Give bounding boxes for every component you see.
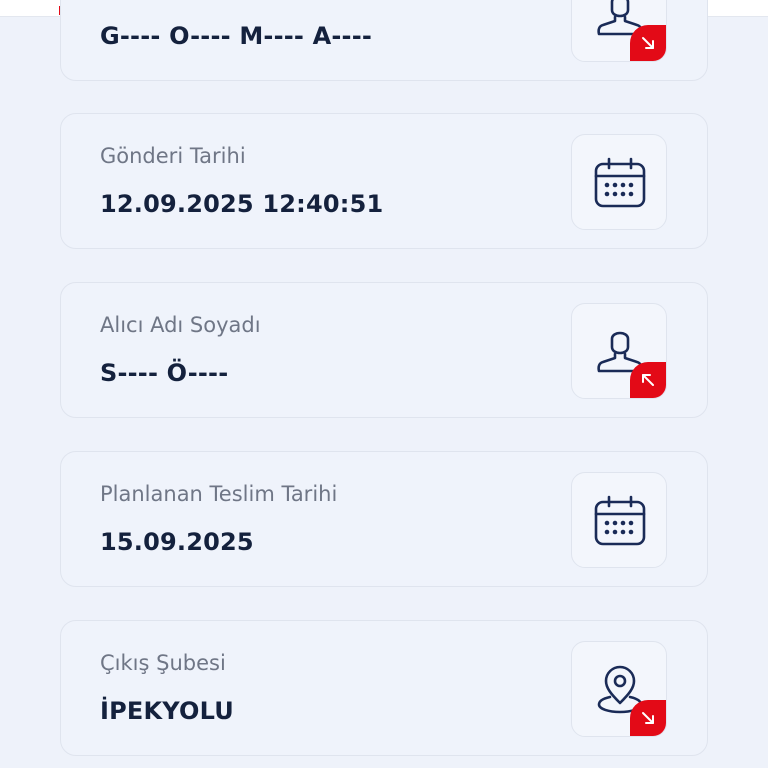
sender-name-card: G---- O---- M---- A---- (60, 0, 708, 81)
planned-delivery-icon-box (571, 472, 667, 568)
shipment-date-value: 12.09.2025 12:40:51 (100, 190, 384, 218)
departure-branch-label: Çıkış Şubesi (100, 651, 226, 675)
badge (630, 362, 666, 398)
departure-branch-value: İPEKYOLU (100, 697, 234, 725)
badge (630, 25, 666, 61)
sender-icon-box (571, 0, 667, 62)
recipient-name-card: Alıcı Adı Soyadı S---- Ö---- (60, 282, 708, 418)
arrow-up-left-icon (642, 374, 654, 386)
shipment-date-icon-box (571, 134, 667, 230)
arrow-down-right-icon (642, 712, 654, 724)
shipment-date-card: Gönderi Tarihi 12.09.2025 12:40:51 (60, 113, 708, 249)
recipient-name-value: S---- Ö---- (100, 359, 229, 387)
recipient-name-label: Alıcı Adı Soyadı (100, 313, 261, 337)
departure-branch-icon-box (571, 641, 667, 737)
planned-delivery-date-card: Planlanan Teslim Tarihi 15.09.2025 (60, 451, 708, 587)
arrow-down-right-icon (642, 37, 654, 49)
planned-delivery-date-value: 15.09.2025 (100, 528, 254, 556)
badge (630, 700, 666, 736)
recipient-icon-box (571, 303, 667, 399)
departure-branch-card: Çıkış Şubesi İPEKYOLU (60, 620, 708, 756)
calendar-icon (594, 157, 646, 208)
sender-name-value: G---- O---- M---- A---- (100, 22, 373, 50)
calendar-icon (594, 495, 646, 546)
planned-delivery-date-label: Planlanan Teslim Tarihi (100, 482, 338, 506)
shipment-date-label: Gönderi Tarihi (100, 144, 246, 168)
